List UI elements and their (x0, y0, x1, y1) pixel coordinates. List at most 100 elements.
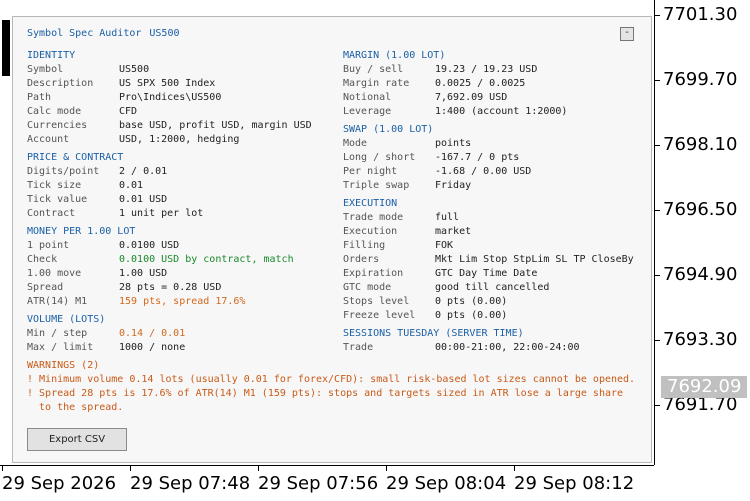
spec-row: Notional 7,692.09 USD (343, 91, 643, 105)
spec-value: 159 pts, spread 17.6% (119, 296, 246, 307)
spec-value: 0 pts (0.00) (435, 310, 508, 321)
spec-key: Notional (343, 92, 392, 103)
price-label: 7696.50 (663, 199, 738, 220)
spec-key: Orders (343, 254, 380, 265)
spec-key: Expiration (343, 268, 404, 279)
spec-value: market (435, 226, 472, 237)
spec-value: 2 / 0.01 (119, 166, 168, 177)
spec-value: 1 unit per lot (119, 208, 204, 219)
spec-value: 0.0100 USD (119, 240, 180, 251)
spec-row: Trade mode full (343, 211, 643, 225)
spec-row: Trade 00:00-21:00, 22:00-24:00 (343, 341, 643, 355)
spec-row: Currencies base USD, profit USD, margin U… (27, 119, 337, 133)
spec-key: Account (27, 134, 70, 145)
time-tick (2, 466, 3, 471)
spec-row: 1.00 move 1.00 USD (27, 267, 337, 281)
spec-key: Spread (27, 282, 64, 293)
spec-key: Calc mode (27, 106, 82, 117)
spec-value: 1.00 USD (119, 268, 168, 279)
price-tick (655, 405, 660, 406)
current-price-label: 7692.09 (661, 376, 747, 398)
spec-value: US SPX 500 Index (119, 78, 216, 89)
spec-row: Contract 1 unit per lot (27, 207, 337, 221)
spec-value: Friday (435, 180, 472, 191)
spec-key: Buy / sell (343, 64, 404, 75)
spec-key: Long / short (343, 152, 416, 163)
time-label: 29 Sep 07:56 (258, 473, 379, 494)
price-label: 7698.10 (663, 134, 738, 155)
price-axis[interactable]: 7701.30 7699.70 7698.10 7696.50 7694.90 … (654, 0, 750, 465)
spec-key: Mode (343, 138, 368, 149)
spec-key: ATR(14) M1 (27, 296, 88, 307)
spec-value: 0.14 / 0.01 (119, 328, 186, 339)
price-tick (655, 275, 660, 276)
spec-row: Buy / sell 19.23 / 19.23 USD (343, 63, 643, 77)
spec-value: -1.68 / 0.00 USD (435, 166, 532, 177)
spec-key: Stops level (343, 296, 410, 307)
spec-row: Mode points (343, 137, 643, 151)
spec-key: Margin rate (343, 78, 410, 89)
time-label: 29 Sep 08:04 (386, 473, 507, 494)
spec-value: good till cancelled (435, 282, 550, 293)
export-csv-button[interactable]: Export CSV (27, 428, 127, 451)
price-tick (655, 15, 660, 16)
spec-key: Path (27, 92, 52, 103)
price-label: 7694.90 (663, 264, 738, 285)
section-header-margin: MARGIN (1.00 LOT) (343, 50, 446, 61)
section-header-identity: IDENTITY (27, 50, 76, 61)
spec-row: Freeze level 0 pts (0.00) (343, 309, 643, 323)
spec-key: Leverage (343, 106, 392, 117)
time-label: 29 Sep 07:48 (130, 473, 251, 494)
spec-value: 0.0025 / 0.0025 (435, 78, 526, 89)
spec-value: CFD (119, 106, 138, 117)
spec-value: 0 pts (0.00) (435, 296, 508, 307)
spec-value: 0.0100 USD by contract, match (119, 254, 294, 265)
spec-key: 1.00 move (27, 268, 82, 279)
spec-value: FOK (435, 240, 454, 251)
panel-title-text: Symbol Spec Auditor (27, 28, 142, 39)
section-header-execution: EXECUTION (343, 198, 398, 209)
spec-row: Per night -1.68 / 0.00 USD (343, 165, 643, 179)
spec-row: ATR(14) M1 159 pts, spread 17.6% (27, 295, 337, 309)
symbol-spec-panel[interactable]: Symbol Spec Auditor US500 - IDENTITY Symb… (12, 16, 652, 463)
time-axis[interactable]: 29 Sep 2026 29 Sep 07:48 29 Sep 07:56 29… (0, 465, 654, 501)
spec-row: Path Pro\Indices\US500 (27, 91, 337, 105)
section-header-swap: SWAP (1.00 LOT) (343, 124, 434, 135)
spec-value: US500 (119, 64, 150, 75)
spec-key: Max / limit (27, 342, 94, 353)
spec-key: Per night (343, 166, 398, 177)
spec-key: Execution (343, 226, 398, 237)
spec-value: 1:400 (account 1:2000) (435, 106, 568, 117)
section-header-sessions: SESSIONS TUESDAY (SERVER TIME) (343, 328, 524, 339)
spec-row: Expiration GTC Day Time Date (343, 267, 643, 281)
spec-row: Max / limit 1000 / none (27, 341, 337, 355)
spec-value: 00:00-21:00, 22:00-24:00 (435, 342, 580, 353)
spec-value: 7,692.09 USD (435, 92, 508, 103)
spec-value: GTC Day Time Date (435, 268, 538, 279)
spec-value: 1000 / none (119, 342, 186, 353)
time-label: 29 Sep 08:12 (514, 473, 635, 494)
left-column: IDENTITY Symbol US500 Description US SPX 5… (27, 49, 337, 355)
spec-value: 28 pts = 0.28 USD (119, 282, 222, 293)
spec-value: Pro\Indices\US500 (119, 92, 222, 103)
spec-key: Filling (343, 240, 386, 251)
spec-row: Check 0.0100 USD by contract, match (27, 253, 337, 267)
section-header-volume: VOLUME (LOTS) (27, 314, 106, 325)
minimize-button[interactable]: - (620, 27, 634, 41)
price-label: 7699.70 (663, 69, 738, 90)
spec-row: Tick value 0.01 USD (27, 193, 337, 207)
warning-line: to the spread. (27, 402, 124, 413)
spec-row: Symbol US500 (27, 63, 337, 77)
spec-value: points (435, 138, 472, 149)
spec-row: Calc mode CFD (27, 105, 337, 119)
spec-key: Triple swap (343, 180, 410, 191)
spec-key: Check (27, 254, 58, 265)
spec-value: Mkt Lim Stop StpLim SL TP CloseBy (435, 254, 634, 265)
spec-row: Long / short -167.7 / 0 pts (343, 151, 643, 165)
price-tick (655, 80, 660, 81)
spec-value: -167.7 / 0 pts (435, 152, 520, 163)
time-tick (258, 466, 259, 471)
time-tick (386, 466, 387, 471)
spec-key: Contract (27, 208, 76, 219)
price-label: 7701.30 (663, 4, 738, 25)
